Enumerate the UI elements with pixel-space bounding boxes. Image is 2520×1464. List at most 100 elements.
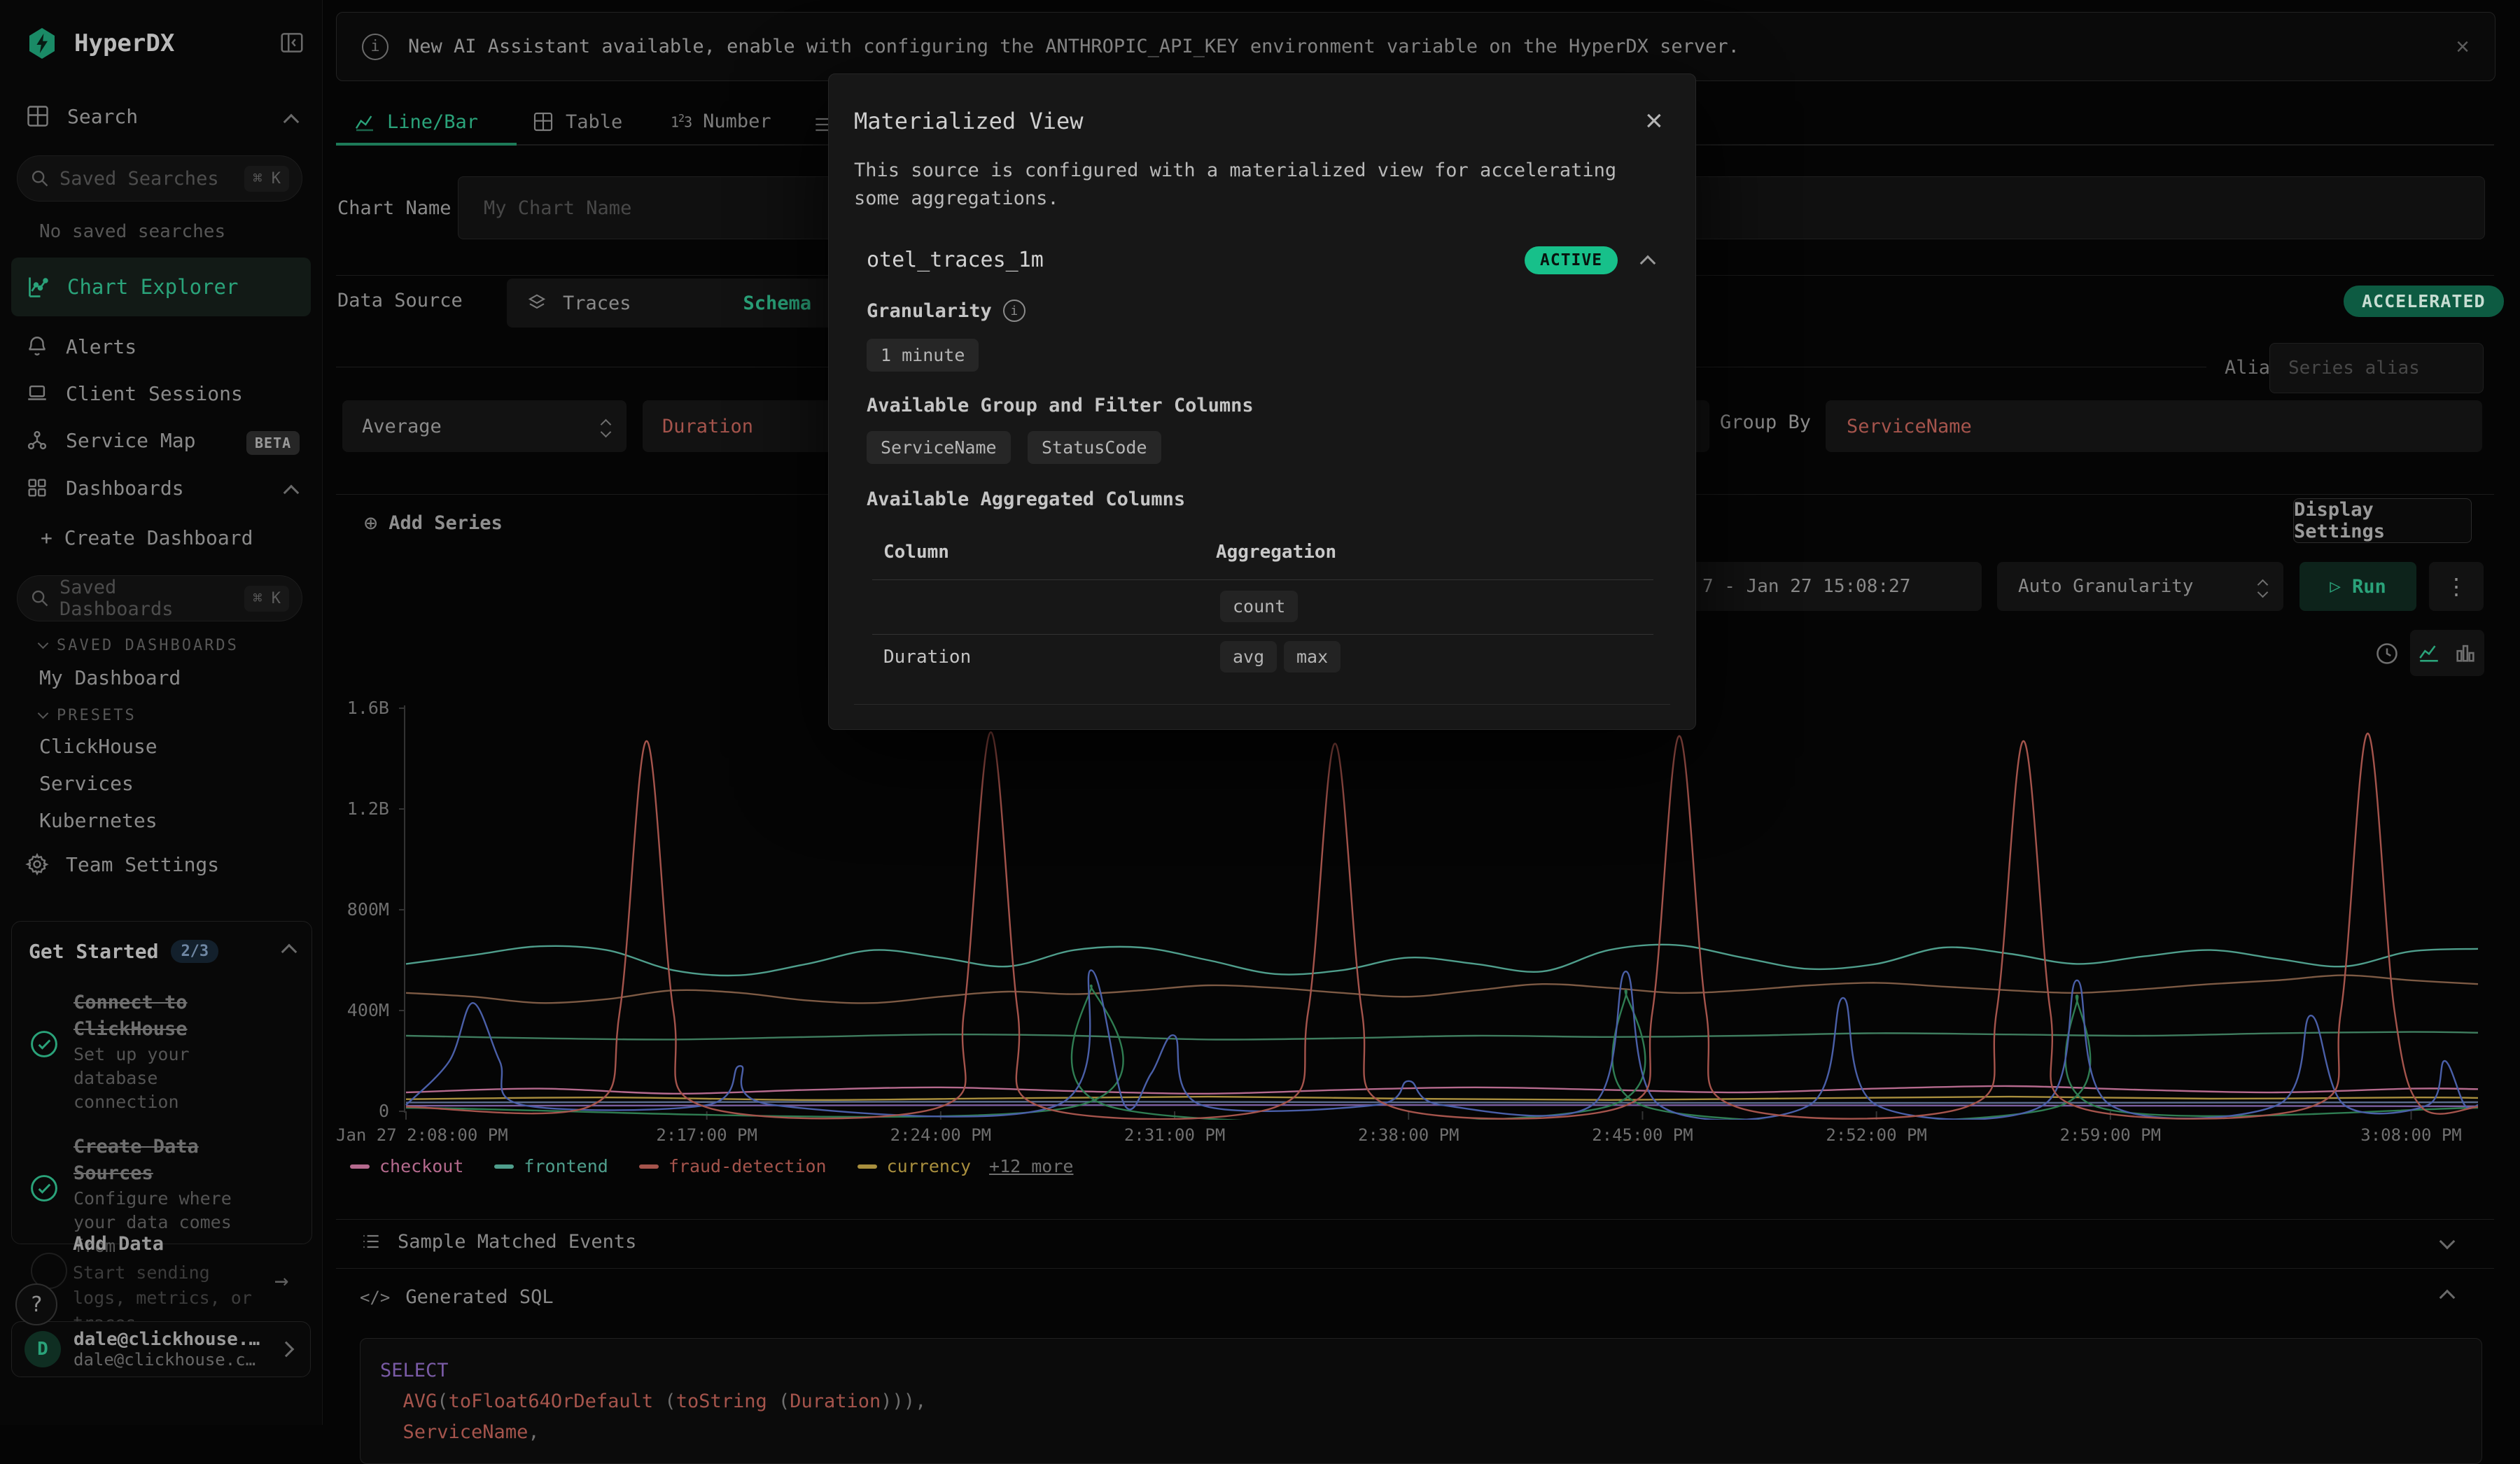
sidebar-item-kubernetes[interactable]: Kubernetes bbox=[39, 809, 158, 832]
kebab-menu-button[interactable]: ⋮ bbox=[2429, 562, 2484, 611]
chart-series-other-green bbox=[406, 1032, 2478, 1040]
add-series-button[interactable]: ⊕ Add Series bbox=[364, 509, 503, 536]
modal-description: This source is configured with a materia… bbox=[854, 157, 1645, 213]
legend-swatch bbox=[639, 1164, 659, 1169]
schema-link[interactable]: Schema bbox=[743, 293, 812, 314]
beta-badge: BETA bbox=[246, 431, 300, 455]
clock-icon[interactable] bbox=[2374, 641, 2400, 666]
sidebar-item-my-dashboard[interactable]: My Dashboard bbox=[39, 666, 181, 689]
aggregation-value: Average bbox=[362, 416, 442, 437]
get-started-item-title: Create Data Sources bbox=[74, 1134, 248, 1187]
table-header-column: Column bbox=[883, 542, 949, 563]
get-started-card: Get Started 2/3 Connect to ClickHouse Se… bbox=[11, 921, 312, 1244]
get-started-item-add-data[interactable]: Add Data Start sending logs, metrics, or… bbox=[73, 1233, 262, 1336]
banner-close-button[interactable]: × bbox=[2451, 34, 2474, 59]
field-input[interactable]: Duration bbox=[643, 400, 832, 452]
sidebar-item-clickhouse[interactable]: ClickHouse bbox=[39, 735, 158, 758]
add-data-title: Add Data bbox=[73, 1233, 262, 1255]
get-started-item-connect[interactable]: Connect to ClickHouse Set up your databa… bbox=[29, 990, 295, 1114]
alias-placeholder: Series alias bbox=[2288, 358, 2420, 379]
check-circle-icon bbox=[29, 1029, 59, 1060]
chevron-up-icon bbox=[2440, 1289, 2456, 1305]
create-dashboard-button[interactable]: + Create Dashboard bbox=[41, 526, 253, 549]
tabs-active-underline bbox=[336, 143, 517, 146]
saved-searches-input[interactable]: Saved Searches ⌘ K bbox=[17, 155, 302, 202]
sidebar-item-dashboards[interactable]: Dashboards bbox=[25, 476, 184, 500]
group-by-input[interactable]: ServiceName bbox=[1826, 400, 2482, 452]
run-button[interactable]: ▷ Run bbox=[2300, 562, 2416, 611]
saved-dashboards-input[interactable]: Saved Dashboards ⌘ K bbox=[17, 575, 302, 621]
search-icon bbox=[30, 169, 50, 188]
sql-code-block[interactable]: SELECT AVG(toFloat64OrDefault (toString … bbox=[360, 1338, 2482, 1464]
bar-chart-toggle-icon[interactable] bbox=[2454, 641, 2477, 665]
chevron-down-icon bbox=[2440, 1234, 2456, 1250]
shortcut-badge: ⌘ K bbox=[244, 166, 289, 192]
sidebar-item-client-sessions[interactable]: Client Sessions bbox=[25, 381, 243, 405]
client-sessions-label: Client Sessions bbox=[66, 382, 243, 405]
sidebar-collapse-icon[interactable] bbox=[279, 29, 305, 56]
table-header-aggregation: Aggregation bbox=[1216, 542, 1336, 563]
active-badge: ACTIVE bbox=[1525, 246, 1618, 274]
chart-explorer-icon bbox=[27, 274, 52, 300]
legend-item-frontend[interactable]: frontend bbox=[494, 1156, 608, 1176]
aggregation-chip: count bbox=[1220, 591, 1298, 622]
legend-item-checkout[interactable]: checkout bbox=[350, 1156, 463, 1176]
y-axis-tick-label: 400M bbox=[329, 1000, 389, 1020]
add-series-label: Add Series bbox=[388, 512, 503, 534]
user-menu[interactable]: D dale@clickhouse.… dale@clickhouse.c… bbox=[11, 1321, 311, 1377]
modal-close-button[interactable]: × bbox=[1641, 105, 1667, 137]
aggregation-select[interactable]: Average bbox=[342, 400, 626, 452]
user-email: dale@clickhouse.c… bbox=[74, 1350, 268, 1370]
divider bbox=[336, 1268, 2494, 1269]
time-range-input[interactable]: 7 - Jan 27 15:08:27 bbox=[1663, 562, 1982, 611]
tab-line-bar[interactable]: Line/Bar bbox=[354, 111, 478, 133]
chevron-down-icon bbox=[2258, 587, 2269, 598]
sidebar-item-alerts[interactable]: Alerts bbox=[25, 335, 136, 358]
get-started-item-title: Connect to ClickHouse bbox=[74, 990, 248, 1043]
search-icon bbox=[30, 589, 50, 608]
granularity-select[interactable]: Auto Granularity bbox=[1997, 562, 2283, 611]
tab-label: Number bbox=[703, 111, 771, 132]
granularity-label: Granularity bbox=[867, 300, 992, 322]
line-chart-toggle-icon[interactable] bbox=[2417, 641, 2441, 665]
help-button[interactable]: ? bbox=[15, 1283, 57, 1325]
service-map-icon bbox=[25, 428, 49, 452]
number-icon: 123 bbox=[671, 112, 692, 131]
search-collapse-chevron-icon[interactable] bbox=[284, 114, 300, 130]
generated-sql-panel-header[interactable]: </> Generated SQL bbox=[360, 1286, 2481, 1308]
legend-swatch bbox=[858, 1164, 877, 1169]
dashboards-collapse-chevron-icon[interactable] bbox=[284, 485, 300, 501]
info-icon: i bbox=[1003, 300, 1026, 322]
plus-circle-icon: ⊕ bbox=[364, 509, 377, 536]
legend-label: fraud-detection bbox=[668, 1156, 827, 1176]
display-settings-button[interactable]: Display Settings bbox=[2293, 498, 2472, 543]
accelerated-badge: ACCELERATED bbox=[2344, 286, 2504, 317]
legend-item-currency[interactable]: currency bbox=[858, 1156, 971, 1176]
table-icon bbox=[532, 111, 554, 133]
dashboards-icon bbox=[25, 476, 49, 500]
sidebar-item-team-settings[interactable]: Team Settings bbox=[25, 852, 219, 876]
layers-icon bbox=[526, 293, 547, 314]
timeseries-chart[interactable] bbox=[398, 700, 2498, 1120]
group-saved-dashboards[interactable]: SAVED DASHBOARDS bbox=[39, 637, 239, 654]
tab-table[interactable]: Table bbox=[532, 111, 622, 133]
list-icon bbox=[360, 1230, 382, 1253]
legend-item-fraud-detection[interactable]: fraud-detection bbox=[639, 1156, 827, 1176]
sample-events-panel-header[interactable]: Sample Matched Events bbox=[360, 1230, 2481, 1253]
view-collapse-chevron-icon[interactable] bbox=[1640, 255, 1656, 272]
legend-more-link[interactable]: +12 more bbox=[989, 1156, 1073, 1176]
group-presets[interactable]: PRESETS bbox=[39, 707, 136, 724]
aggregated-label: Available Aggregated Columns bbox=[867, 488, 1185, 510]
sidebar-section-search[interactable]: Search bbox=[25, 104, 138, 129]
alias-input[interactable]: Series alias bbox=[2269, 343, 2484, 393]
hyperdx-logo-icon bbox=[25, 27, 59, 60]
search-section-icon bbox=[25, 104, 50, 129]
tab-number[interactable]: 123 Number bbox=[671, 111, 771, 132]
sidebar-item-service-map[interactable]: Service Map bbox=[25, 428, 195, 452]
get-started-collapse-chevron-icon[interactable] bbox=[281, 943, 298, 959]
table-divider bbox=[872, 579, 1653, 580]
x-axis-tick-label: 2:45:00 PM bbox=[1592, 1125, 1693, 1145]
time-range-value: 7 - Jan 27 15:08:27 bbox=[1702, 576, 1910, 597]
sidebar-item-chart-explorer[interactable]: Chart Explorer bbox=[11, 258, 311, 316]
sidebar-item-services[interactable]: Services bbox=[39, 772, 134, 795]
